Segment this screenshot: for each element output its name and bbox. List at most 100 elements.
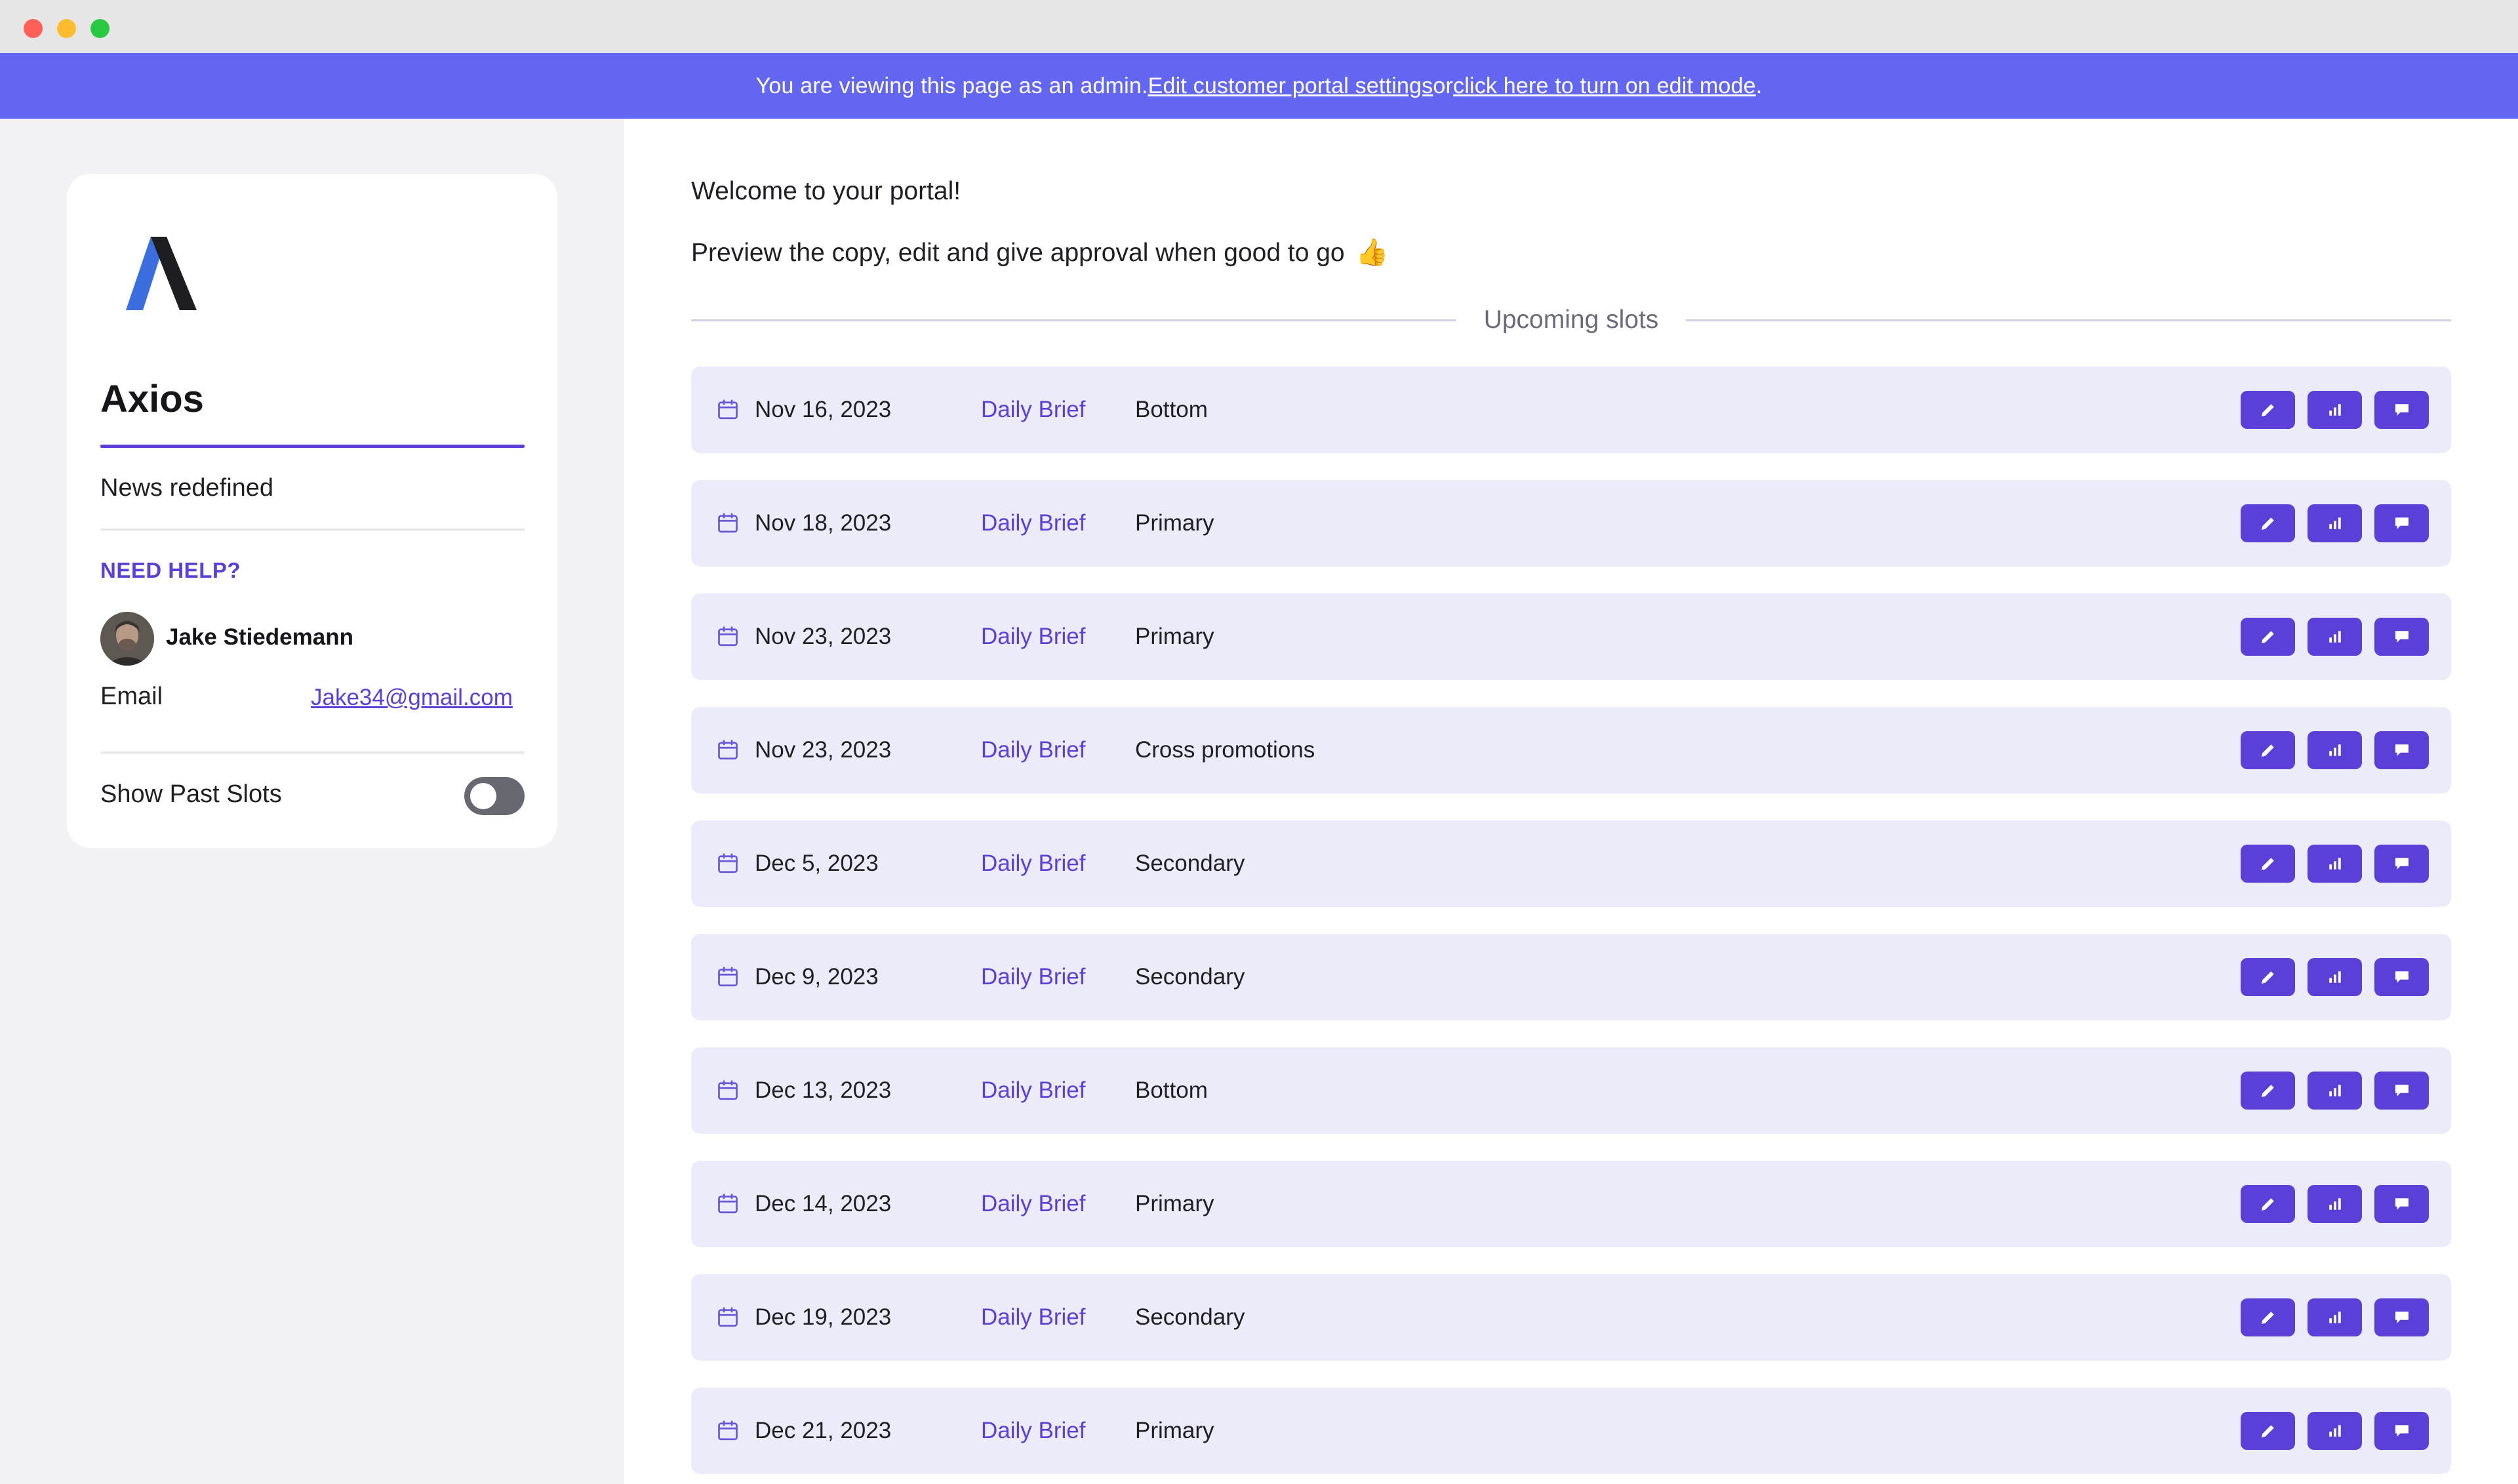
slot-row[interactable]: Dec 13, 2023 Daily Brief Bottom: [691, 1047, 2451, 1134]
bar-chart-icon: [2328, 1425, 2341, 1437]
slot-comment-button[interactable]: [2374, 731, 2429, 769]
slot-comment-button[interactable]: [2374, 1412, 2429, 1450]
edit-mode-link[interactable]: click here to turn on edit mode: [1453, 73, 1756, 99]
bar-chart-icon: [2328, 971, 2341, 983]
slot-row[interactable]: Nov 18, 2023 Daily Brief Primary: [691, 480, 2451, 567]
avatar: [100, 612, 154, 666]
edit-slot-button[interactable]: [2241, 1185, 2295, 1223]
brand-tagline: News redefined: [100, 474, 274, 502]
bar-chart-icon: [2328, 744, 2341, 756]
admin-banner: You are viewing this page as an admin. E…: [0, 53, 2518, 119]
welcome-text: Welcome to your portal!: [691, 177, 961, 205]
slot-stats-button[interactable]: [2308, 391, 2362, 429]
slot-comment-button[interactable]: [2374, 1298, 2429, 1336]
slot-row[interactable]: Dec 5, 2023 Daily Brief Secondary: [691, 820, 2451, 907]
contact-email-link[interactable]: Jake34@gmail.com: [311, 685, 525, 711]
slot-newsletter: Daily Brief: [981, 1077, 1086, 1103]
brand-underline: [100, 445, 525, 448]
minimize-window-button[interactable]: [57, 19, 76, 38]
slot-row[interactable]: Dec 14, 2023 Daily Brief Primary: [691, 1161, 2451, 1247]
bar-chart-icon: [2328, 404, 2341, 416]
maximize-window-button[interactable]: [90, 19, 110, 38]
slot-stats-button[interactable]: [2308, 958, 2362, 996]
toggle-knob: [470, 783, 496, 809]
slot-row[interactable]: Nov 16, 2023 Daily Brief Bottom: [691, 367, 2451, 453]
slot-comment-button[interactable]: [2374, 958, 2429, 996]
divider: [691, 319, 1456, 321]
slot-comment-button[interactable]: [2374, 845, 2429, 883]
edit-slot-button[interactable]: [2241, 618, 2295, 656]
slot-comment-button[interactable]: [2374, 1185, 2429, 1223]
calendar-icon: [718, 1307, 738, 1327]
slot-row[interactable]: Nov 23, 2023 Daily Brief Cross promotion…: [691, 707, 2451, 793]
show-past-slots-toggle[interactable]: [464, 777, 525, 815]
pencil-icon: [2261, 1198, 2274, 1211]
divider: [100, 752, 525, 753]
slot-newsletter: Daily Brief: [981, 737, 1086, 763]
slot-stats-button[interactable]: [2308, 504, 2362, 542]
section-title: Upcoming slots: [1483, 306, 1659, 334]
slot-stats-button[interactable]: [2308, 1298, 2362, 1336]
slot-date: Dec 14, 2023: [755, 1191, 892, 1216]
slot-date: Nov 18, 2023: [755, 510, 892, 536]
email-label: Email: [100, 683, 163, 710]
calendar-icon: [718, 513, 738, 533]
slot-row[interactable]: Dec 9, 2023 Daily Brief Secondary: [691, 934, 2451, 1020]
brand-name: Axios: [100, 378, 204, 420]
slot-placement: Secondary: [1135, 851, 1245, 876]
slot-placement: Primary: [1135, 1418, 1214, 1443]
speech-bubble-icon: [2395, 631, 2408, 643]
speech-bubble-icon: [2395, 858, 2408, 870]
bar-chart-icon: [2328, 1085, 2341, 1096]
slot-stats-button[interactable]: [2308, 1412, 2362, 1450]
calendar-icon: [718, 740, 738, 760]
speech-bubble-icon: [2395, 1312, 2408, 1323]
slot-stats-button[interactable]: [2308, 845, 2362, 883]
edit-slot-button[interactable]: [2241, 1412, 2295, 1450]
edit-slot-button[interactable]: [2241, 845, 2295, 883]
edit-slot-button[interactable]: [2241, 1072, 2295, 1110]
speech-bubble-icon: [2395, 404, 2408, 416]
speech-bubble-icon: [2395, 744, 2408, 756]
bar-chart-icon: [2328, 858, 2341, 870]
edit-slot-button[interactable]: [2241, 1298, 2295, 1336]
divider: [1686, 319, 2452, 321]
pencil-icon: [2261, 631, 2274, 643]
bar-chart-icon: [2328, 631, 2341, 643]
banner-suffix: .: [1755, 73, 1763, 98]
calendar-icon: [718, 626, 738, 647]
edit-slot-button[interactable]: [2241, 731, 2295, 769]
calendar-icon: [718, 1420, 738, 1441]
thumbs-up-icon: 👍: [1355, 238, 1389, 267]
speech-bubble-icon: [2395, 1198, 2408, 1210]
bar-chart-icon: [2328, 1312, 2341, 1323]
slot-row[interactable]: Nov 23, 2023 Daily Brief Primary: [691, 593, 2451, 680]
slot-row[interactable]: Dec 19, 2023 Daily Brief Secondary: [691, 1274, 2451, 1361]
slot-date: Dec 13, 2023: [755, 1077, 892, 1103]
slot-date: Dec 19, 2023: [755, 1304, 892, 1330]
slot-comment-button[interactable]: [2374, 618, 2429, 656]
slot-comment-button[interactable]: [2374, 391, 2429, 429]
slot-comment-button[interactable]: [2374, 1072, 2429, 1110]
speech-bubble-icon: [2395, 971, 2408, 983]
slot-placement: Bottom: [1135, 1077, 1208, 1103]
edit-portal-settings-link[interactable]: Edit customer portal settings: [1148, 73, 1433, 99]
close-window-button[interactable]: [24, 19, 43, 38]
slot-stats-button[interactable]: [2308, 618, 2362, 656]
slot-row[interactable]: Dec 21, 2023 Daily Brief Primary: [691, 1388, 2451, 1474]
slot-comment-button[interactable]: [2374, 504, 2429, 542]
pencil-icon: [2261, 1085, 2274, 1097]
pencil-icon: [2261, 1425, 2274, 1437]
pencil-icon: [2261, 404, 2274, 416]
calendar-icon: [718, 853, 738, 873]
slot-stats-button[interactable]: [2308, 1072, 2362, 1110]
slot-placement: Cross promotions: [1135, 737, 1315, 763]
need-help-heading: NEED HELP?: [100, 558, 241, 582]
slot-stats-button[interactable]: [2308, 1185, 2362, 1223]
pencil-icon: [2261, 744, 2274, 757]
edit-slot-button[interactable]: [2241, 958, 2295, 996]
slot-stats-button[interactable]: [2308, 731, 2362, 769]
slot-date: Nov 23, 2023: [755, 737, 892, 763]
edit-slot-button[interactable]: [2241, 391, 2295, 429]
edit-slot-button[interactable]: [2241, 504, 2295, 542]
